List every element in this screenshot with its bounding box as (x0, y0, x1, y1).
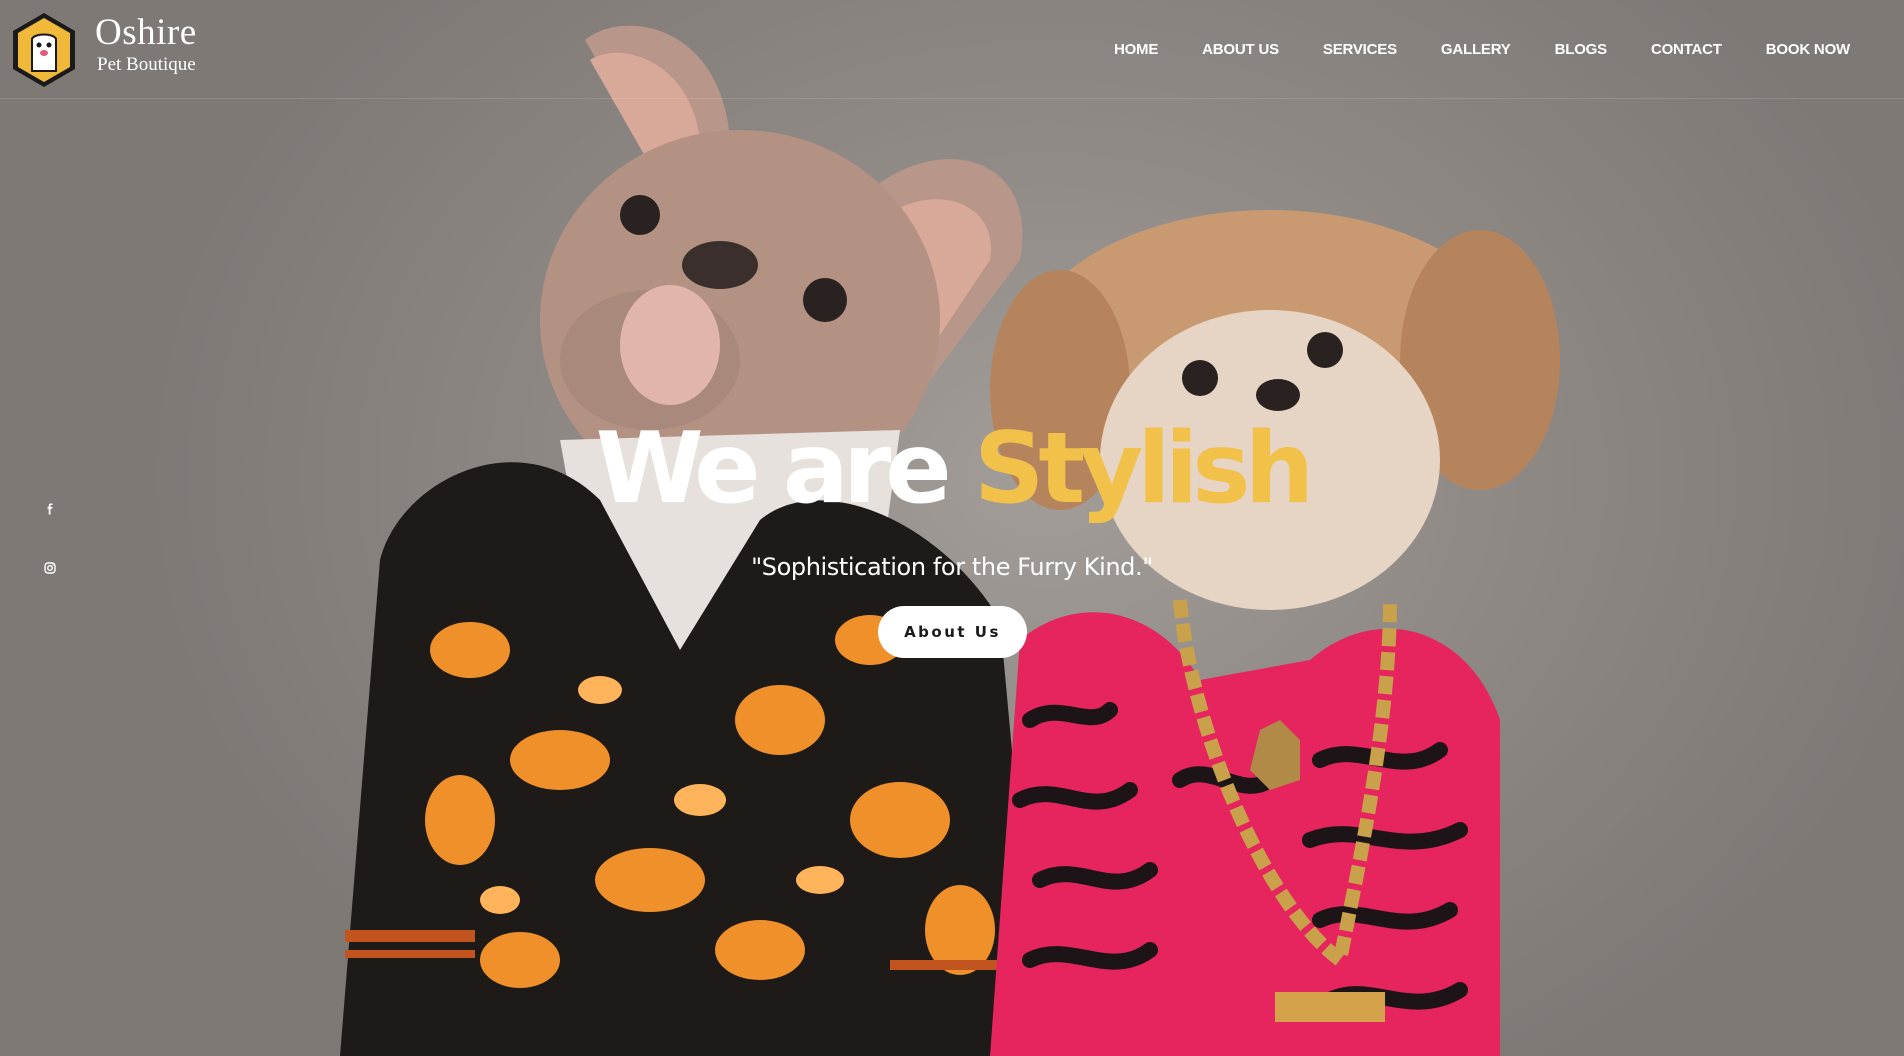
hero-tagline: "Sophistication for the Furry Kind." (751, 553, 1153, 581)
site-header: Oshire Pet Boutique HOME ABOUT US SERVIC… (0, 0, 1904, 99)
oshire-logo[interactable] (10, 11, 78, 89)
nav-home[interactable]: HOME (1114, 41, 1158, 61)
hero-headline: We are Stylish (0, 420, 1904, 518)
nav-book-now[interactable]: BOOK NOW (1766, 41, 1850, 61)
about-us-button[interactable]: About Us (878, 606, 1027, 658)
nav-services[interactable]: SERVICES (1323, 41, 1397, 61)
headline-accent: Stylish (973, 412, 1315, 526)
main-nav: HOME ABOUT US SERVICES GALLERY BLOGS CON… (1070, 41, 1850, 61)
headline-main: We are (595, 412, 974, 526)
nav-gallery[interactable]: GALLERY (1441, 41, 1511, 61)
brand-subtitle: Pet Boutique (97, 54, 196, 75)
nav-blogs[interactable]: BLOGS (1555, 41, 1608, 61)
hero-section: Oshire Pet Boutique HOME ABOUT US SERVIC… (0, 0, 1904, 1056)
nav-about-us[interactable]: ABOUT US (1202, 41, 1279, 61)
nav-contact[interactable]: CONTACT (1651, 41, 1722, 61)
fluffy-dog-illustration (990, 210, 1560, 1056)
hero-dogs-photo (340, 25, 1560, 1056)
brand-name: Oshire (95, 12, 197, 53)
bulldog-illustration (340, 25, 1040, 1056)
